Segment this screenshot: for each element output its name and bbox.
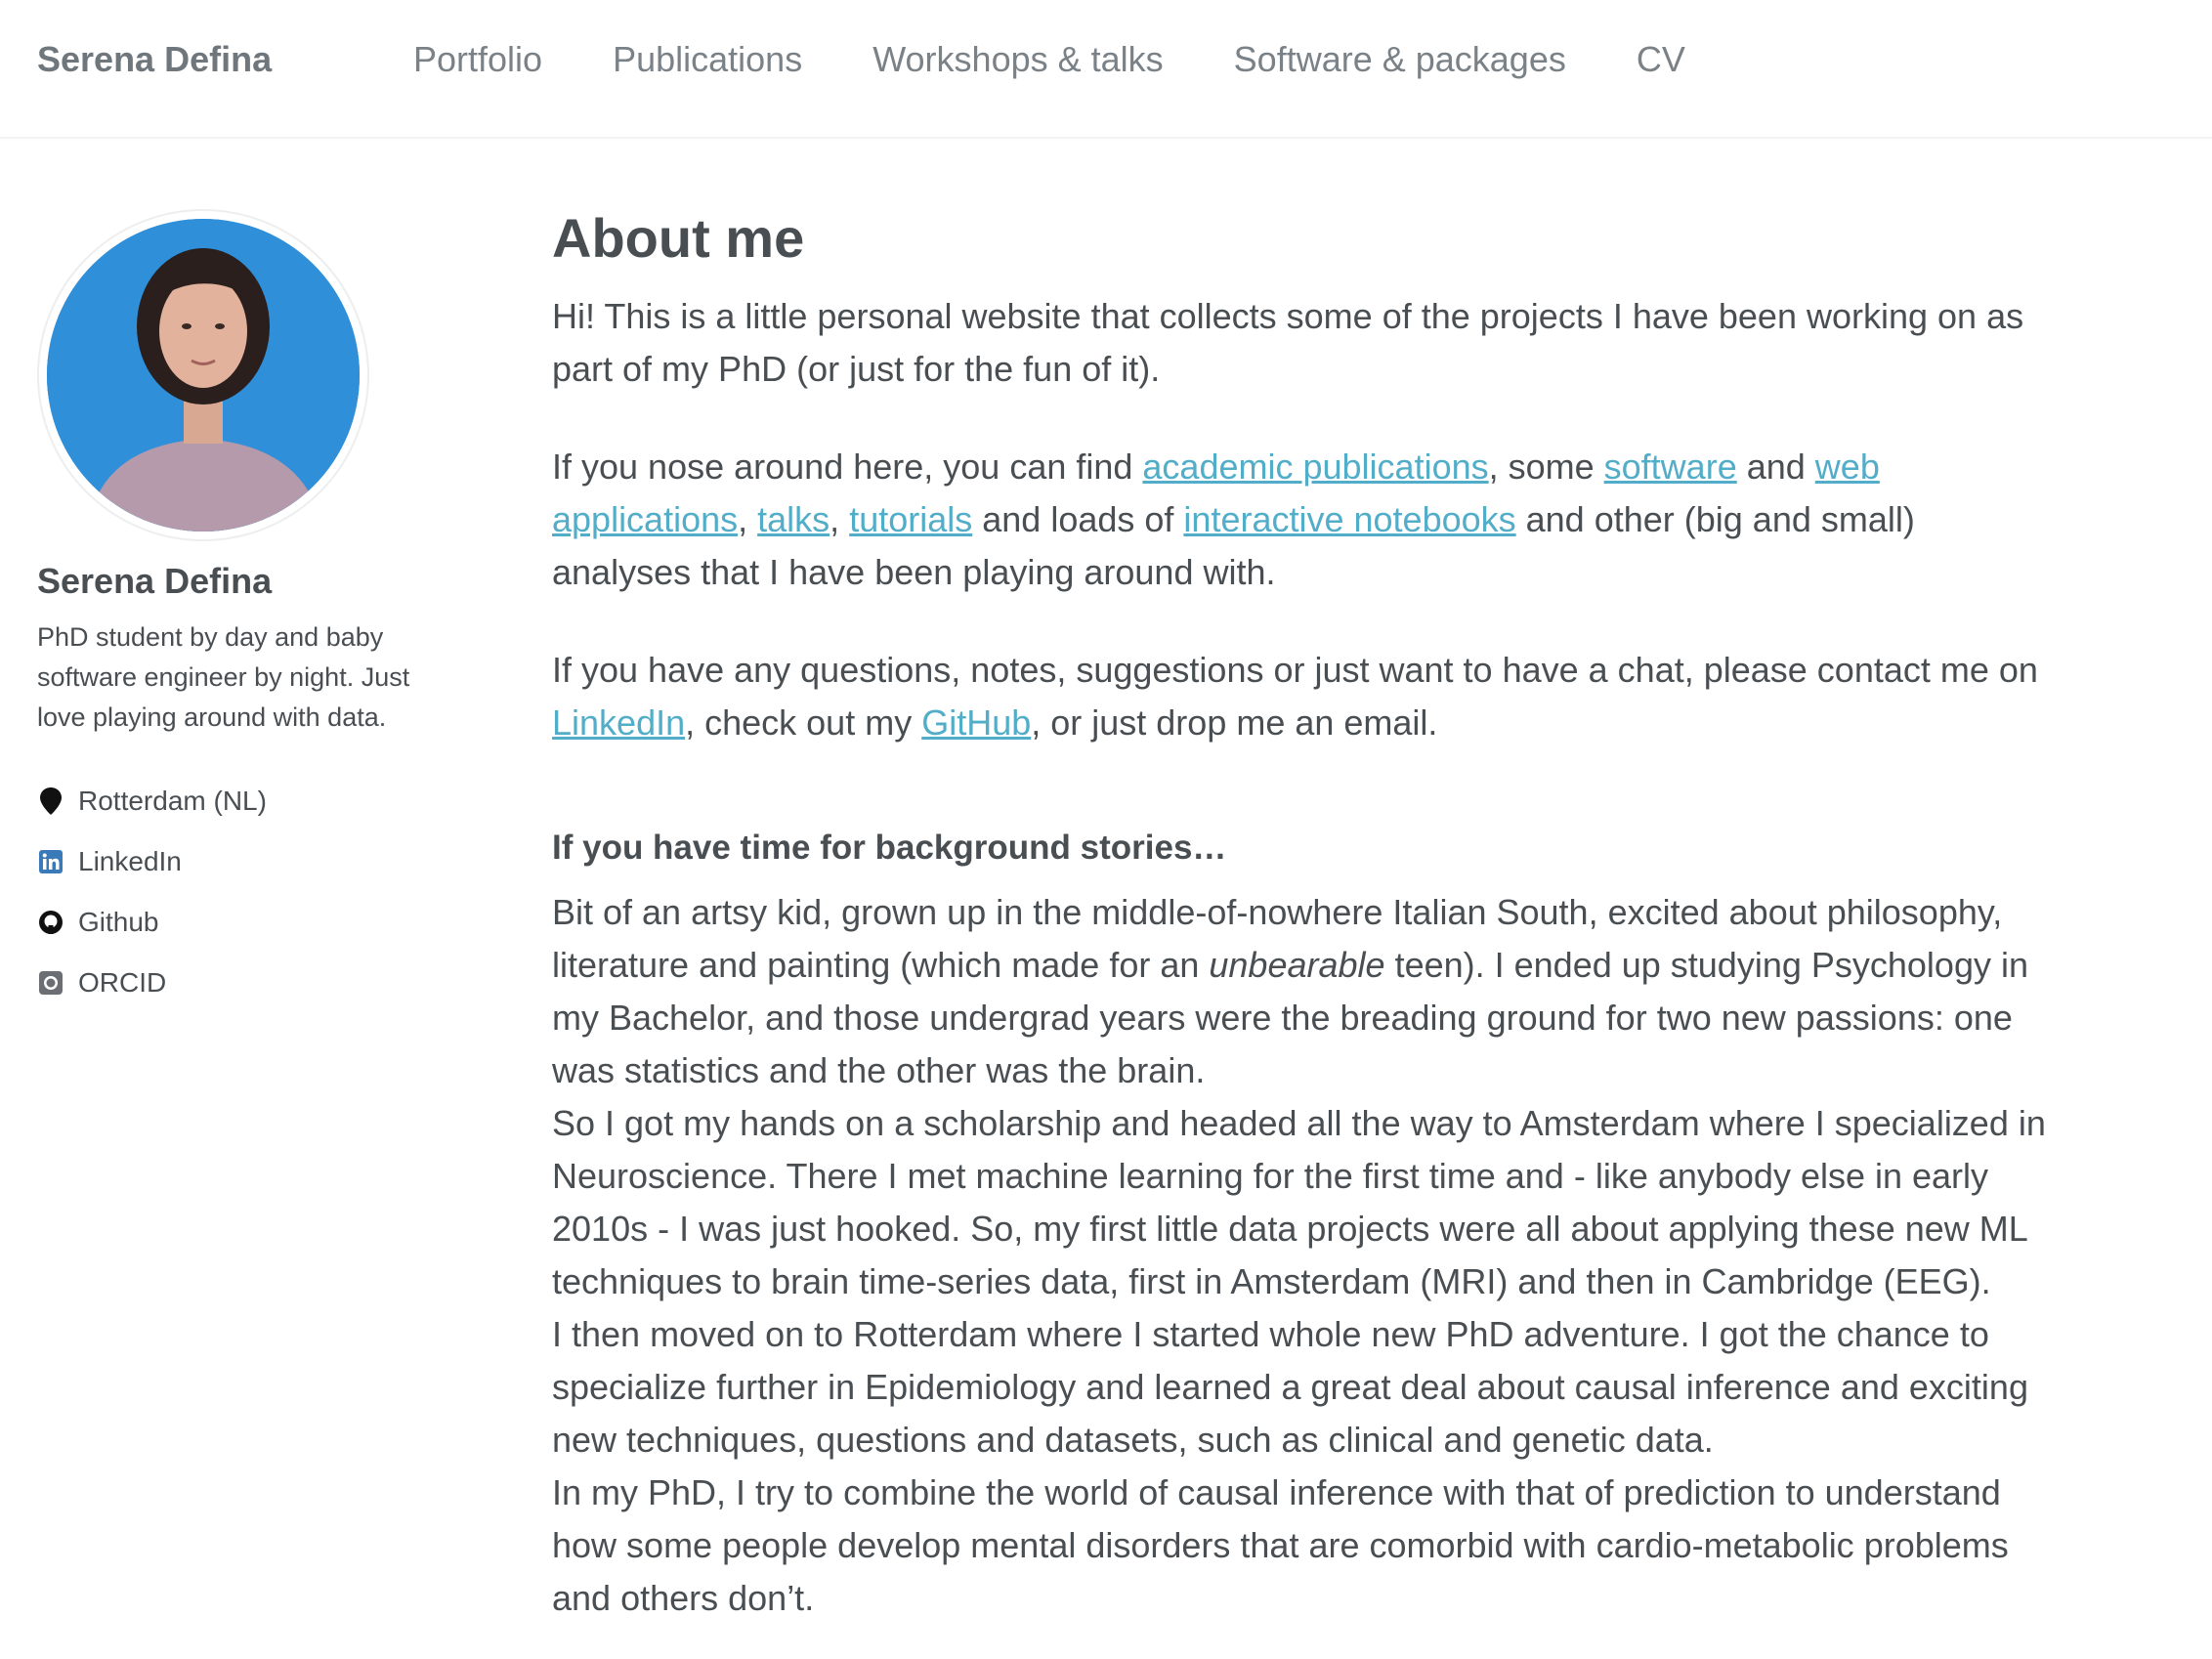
github-link[interactable]: GitHub — [921, 702, 1031, 743]
location-label: Rotterdam (NL) — [78, 786, 267, 816]
projects-paragraph: If you nose around here, you can find ac… — [552, 441, 2062, 599]
orcid-icon — [37, 969, 64, 997]
masthead: Serena Defina Portfolio Publications Wor… — [0, 0, 2212, 139]
author-link-linkedin[interactable]: LinkedIn — [37, 831, 418, 892]
orcid-label[interactable]: ORCID — [78, 967, 166, 999]
tutorials-link[interactable]: tutorials — [849, 499, 972, 539]
github-icon — [37, 909, 64, 936]
top-nav: Portfolio Publications Workshops & talks… — [413, 39, 1756, 80]
github-label[interactable]: Github — [78, 907, 159, 938]
author-sidebar: Serena Defina PhD student by day and bab… — [37, 209, 418, 1013]
academic-publications-link[interactable]: academic publications — [1142, 447, 1488, 487]
avatar-photo — [47, 219, 360, 532]
interactive-notebooks-link[interactable]: interactive notebooks — [1183, 499, 1515, 539]
story-segment: In my PhD, I try to combine the world of… — [552, 1472, 2009, 1618]
intro-paragraph: Hi! This is a little personal website th… — [552, 296, 2024, 389]
linkedin-link[interactable]: LinkedIn — [552, 702, 685, 743]
story-emphasis: unbearable — [1209, 945, 1385, 985]
avatar — [37, 209, 369, 541]
text-segment: and — [1736, 447, 1815, 487]
author-name: Serena Defina — [37, 561, 273, 601]
text-segment: , some — [1488, 447, 1604, 487]
contact-paragraph: If you have any questions, notes, sugges… — [552, 644, 2062, 749]
background-story: Bit of an artsy kid, grown up in the mid… — [552, 886, 2062, 1625]
text-segment: , check out my — [685, 702, 922, 743]
software-link[interactable]: software — [1604, 447, 1737, 487]
story-segment: So I got my hands on a scholarship and h… — [552, 1103, 2046, 1301]
author-links: Rotterdam (NL) LinkedIn Github ORCID — [37, 771, 418, 1013]
linkedin-label[interactable]: LinkedIn — [78, 846, 182, 877]
site-title-link[interactable]: Serena Defina — [37, 39, 272, 80]
text-segment: , — [830, 499, 850, 539]
author-bio: PhD student by day and baby software eng… — [37, 622, 410, 732]
page-title: About me — [552, 207, 805, 269]
text-segment: If you nose around here, you can find — [552, 447, 1143, 487]
text-segment: If you have any questions, notes, sugges… — [552, 650, 2038, 690]
nav-link-software-packages[interactable]: Software & packages — [1234, 39, 1566, 80]
text-segment: and loads of — [972, 499, 1184, 539]
linkedin-icon — [37, 848, 64, 875]
nav-link-portfolio[interactable]: Portfolio — [413, 39, 542, 80]
author-link-github[interactable]: Github — [37, 892, 418, 953]
nav-link-cv[interactable]: CV — [1637, 39, 1685, 80]
nav-link-publications[interactable]: Publications — [613, 39, 802, 80]
text-segment: , or just drop me an email. — [1031, 702, 1438, 743]
main-content: About me Hi! This is a little personal w… — [552, 200, 2062, 1625]
text-segment: , — [738, 499, 758, 539]
author-link-orcid[interactable]: ORCID — [37, 953, 418, 1013]
background-subheading: If you have time for background stories… — [552, 829, 1227, 867]
talks-link[interactable]: talks — [757, 499, 830, 539]
author-link-location: Rotterdam (NL) — [37, 771, 418, 831]
nav-link-workshops-talks[interactable]: Workshops & talks — [872, 39, 1163, 80]
map-marker-icon — [37, 787, 64, 815]
story-segment: I then moved on to Rotterdam where I sta… — [552, 1314, 2028, 1460]
